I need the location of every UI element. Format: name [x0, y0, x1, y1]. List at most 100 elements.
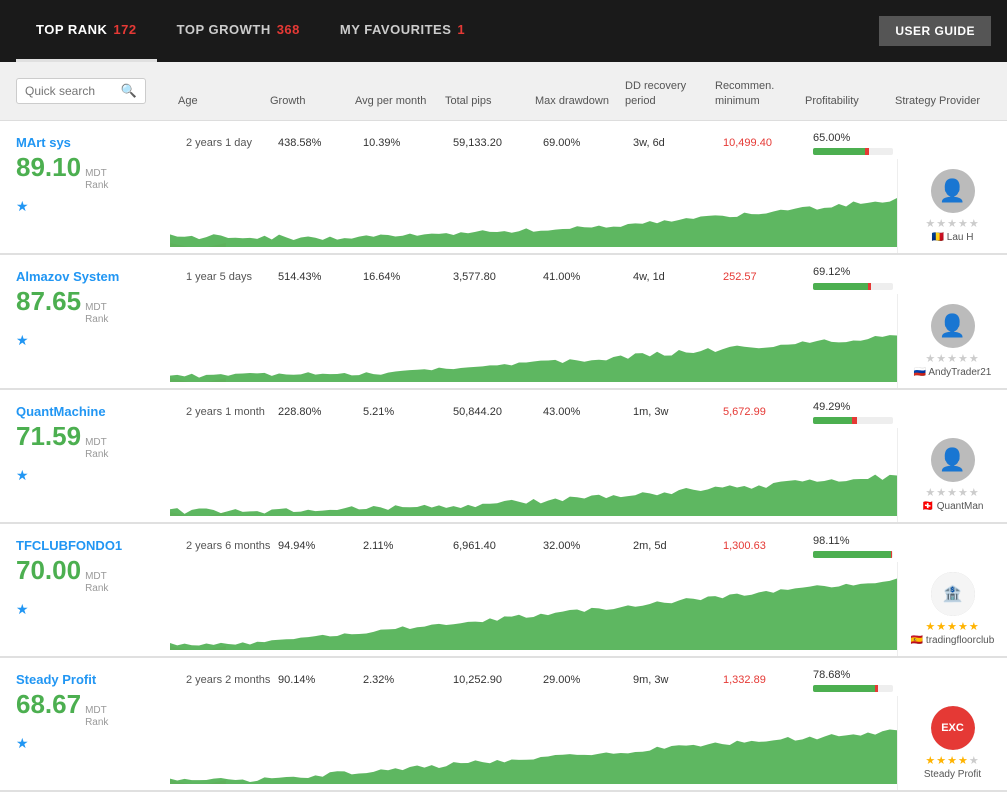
profit-value: 78.68%	[813, 668, 903, 692]
avg-value: 16.64%	[363, 270, 453, 284]
provider-avatar: 👤	[931, 438, 975, 482]
bookmark-icon[interactable]: ★	[16, 332, 160, 349]
col-header-profit: Profitability	[805, 94, 895, 108]
chart-provider-row: 👤 ★★★★★ 🇷🇺 AndyTrader21	[170, 294, 1007, 388]
nav-top-rank-label: TOP RANK	[36, 22, 107, 37]
provider-avatar: 👤	[931, 169, 975, 213]
chart-container	[170, 159, 897, 253]
col-header-pips: Total pips	[445, 94, 535, 108]
strategy-name[interactable]: Almazov System	[16, 269, 160, 284]
pips-value: 50,844.20	[453, 405, 543, 419]
profit-bar-red	[875, 685, 877, 692]
profit-bar	[813, 551, 893, 558]
bookmark-icon[interactable]: ★	[16, 601, 160, 618]
chart-svg	[170, 294, 897, 382]
strategy-name[interactable]: QuantMachine	[16, 404, 160, 419]
growth-value: 438.58%	[278, 136, 363, 150]
search-box[interactable]: 🔍	[16, 78, 146, 104]
profit-bar	[813, 283, 893, 290]
avg-value: 2.11%	[363, 539, 453, 553]
col-headers-list: Age Growth Avg per month Total pips Max …	[170, 70, 1007, 112]
strategy-name[interactable]: Steady Profit	[16, 672, 160, 687]
profit-percent: 69.12%	[813, 265, 903, 279]
profit-value: 98.11%	[813, 534, 903, 558]
profit-percent: 78.68%	[813, 668, 903, 682]
profit-bar-green	[813, 417, 852, 424]
profit-bar-green	[813, 551, 891, 558]
header: TOP RANK 172 TOP GROWTH 368 MY FAVOURITE…	[0, 0, 1007, 62]
strategy-rank: 89.10 MDTRank	[16, 154, 160, 192]
age-value: 2 years 1 day	[178, 136, 278, 150]
table-row: MArt sys 89.10 MDTRank ★ 2 years 1 day 4…	[0, 121, 1007, 255]
provider-col: 👤 ★★★★★ 🇷🇴 Lau H	[897, 159, 1007, 253]
ddrec-value: 3w, 6d	[633, 136, 723, 150]
data-row: 2 years 1 month 228.80% 5.21% 50,844.20 …	[170, 390, 1007, 428]
search-icon: 🔍	[121, 83, 137, 99]
user-guide-button[interactable]: USER GUIDE	[879, 16, 991, 46]
nav-top-growth[interactable]: TOP GROWTH 368	[157, 0, 320, 62]
strategy-content: 2 years 1 day 438.58% 10.39% 59,133.20 6…	[170, 121, 1007, 253]
bookmark-icon[interactable]: ★	[16, 467, 160, 484]
col-header-growth: Growth	[270, 94, 355, 108]
col-header-dd: Max drawdown	[535, 94, 625, 108]
avg-value: 10.39%	[363, 136, 453, 150]
col-header-ddrec: DD recovery period	[625, 79, 715, 108]
age-value: 1 year 5 days	[178, 270, 278, 284]
nav: TOP RANK 172 TOP GROWTH 368 MY FAVOURITE…	[16, 0, 879, 62]
chart-svg	[170, 159, 897, 247]
chart-svg	[170, 696, 897, 784]
provider-stars: ★★★★★	[925, 620, 979, 633]
profit-bar-red	[852, 417, 857, 424]
rank-label: MDTRank	[85, 168, 108, 192]
rank-label: MDTRank	[85, 302, 108, 326]
provider-stars: ★★★★★	[925, 352, 979, 365]
profit-bar	[813, 148, 893, 155]
recom-value: 252.57	[723, 270, 813, 284]
avg-value: 2.32%	[363, 673, 453, 687]
nav-my-favourites[interactable]: MY FAVOURITES 1	[320, 0, 485, 62]
profit-bar	[813, 685, 893, 692]
chart-provider-row: 🏦 ★★★★★ 🇪🇸 tradingfloorclub	[170, 562, 1007, 656]
ddrec-value: 9m, 3w	[633, 673, 723, 687]
search-input[interactable]	[25, 84, 117, 98]
strategy-name[interactable]: MArt sys	[16, 135, 160, 150]
strategy-sidebar: MArt sys 89.10 MDTRank ★	[0, 121, 170, 253]
dd-value: 69.00%	[543, 136, 633, 150]
recom-value: 5,672.99	[723, 405, 813, 419]
nav-top-rank[interactable]: TOP RANK 172	[16, 0, 157, 62]
data-row: 2 years 1 day 438.58% 10.39% 59,133.20 6…	[170, 121, 1007, 159]
rank-label: MDTRank	[85, 571, 108, 595]
strategy-sidebar: TFCLUBFONDO1 70.00 MDTRank ★	[0, 524, 170, 656]
profit-percent: 65.00%	[813, 131, 903, 145]
growth-value: 94.94%	[278, 539, 363, 553]
provider-name: 🇷🇺 AndyTrader21	[914, 367, 992, 378]
dd-value: 41.00%	[543, 270, 633, 284]
profit-percent: 49.29%	[813, 400, 903, 414]
profit-bar-green	[813, 283, 868, 290]
bookmark-icon[interactable]: ★	[16, 198, 160, 215]
bookmark-icon[interactable]: ★	[16, 735, 160, 752]
profit-bar-green	[813, 148, 865, 155]
rank-label: MDTRank	[85, 437, 108, 461]
provider-name: 🇪🇸 tradingfloorclub	[911, 635, 995, 646]
data-row: 2 years 2 months 90.14% 2.32% 10,252.90 …	[170, 658, 1007, 696]
strategy-name[interactable]: TFCLUBFONDO1	[16, 538, 160, 553]
ddrec-value: 4w, 1d	[633, 270, 723, 284]
profit-bar	[813, 417, 893, 424]
provider-col: 👤 ★★★★★ 🇨🇭 QuantMan	[897, 428, 1007, 522]
chart-container	[170, 562, 897, 656]
nav-top-growth-label: TOP GROWTH	[177, 22, 271, 37]
col-header-recom: Recommen. minimum	[715, 79, 805, 108]
pips-value: 6,961.40	[453, 539, 543, 553]
rank-number: 71.59	[16, 423, 81, 449]
chart-provider-row: 👤 ★★★★★ 🇨🇭 QuantMan	[170, 428, 1007, 522]
provider-avatar: 🏦	[931, 572, 975, 616]
rank-number: 70.00	[16, 557, 81, 583]
strategy-rank: 70.00 MDTRank	[16, 557, 160, 595]
provider-col: 🏦 ★★★★★ 🇪🇸 tradingfloorclub	[897, 562, 1007, 656]
table-row: TFCLUBFONDO1 70.00 MDTRank ★ 2 years 6 m…	[0, 524, 1007, 658]
strategy-sidebar: Steady Profit 68.67 MDTRank ★	[0, 658, 170, 790]
strategy-sidebar: QuantMachine 71.59 MDTRank ★	[0, 390, 170, 522]
pips-value: 3,577.80	[453, 270, 543, 284]
strategy-content: 1 year 5 days 514.43% 16.64% 3,577.80 41…	[170, 255, 1007, 387]
